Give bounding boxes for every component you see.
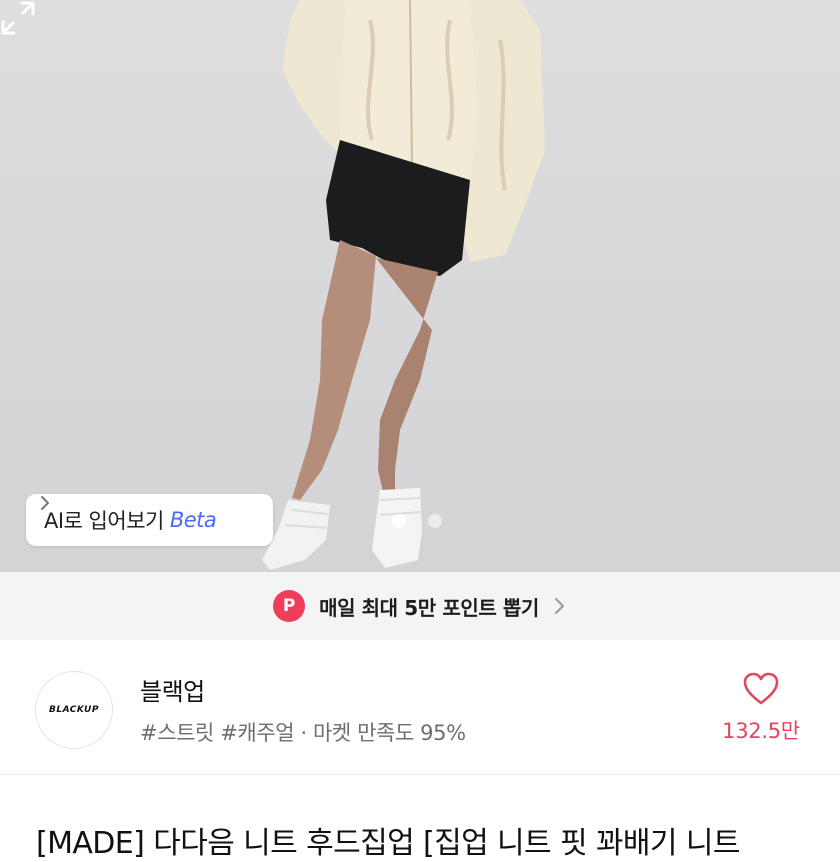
store-name[interactable]: 블랙업: [140, 672, 205, 707]
pagination-dot-active[interactable]: [392, 514, 406, 528]
section-divider: [0, 774, 840, 775]
store-logo[interactable]: BLACKUP: [35, 671, 113, 749]
ai-try-on-button[interactable]: AI로 입어보기 Beta: [26, 494, 273, 546]
ai-try-on-label: AI로 입어보기: [44, 509, 164, 533]
image-pagination: [392, 514, 442, 528]
product-title: [MADE] 다다음 니트 후드집업 [집업 니트 핏 꽈배기 니트: [36, 826, 740, 861]
point-promo-banner[interactable]: P 매일 최대 5만 포인트 뽑기: [0, 572, 840, 640]
chevron-right-icon: [554, 598, 564, 614]
beta-badge: Beta: [169, 508, 217, 532]
product-photo: [262, 0, 545, 570]
store-tags: #스트릿 #캐주얼 · 마켓 만족도 95%: [140, 721, 466, 745]
expand-icon[interactable]: [0, 0, 36, 36]
point-badge-icon: P: [273, 590, 306, 622]
heart-icon[interactable]: [743, 672, 779, 706]
promo-text: 매일 최대 5만 포인트 뽑기: [319, 595, 539, 620]
store-info: [0, 640, 840, 774]
chevron-right-icon: [41, 496, 49, 510]
like-count: 132.5만: [722, 719, 800, 743]
pagination-dot[interactable]: [428, 514, 442, 528]
store-logo-text: BLACKUP: [49, 705, 99, 715]
product-image[interactable]: AI로 입어보기 Beta: [0, 0, 840, 572]
